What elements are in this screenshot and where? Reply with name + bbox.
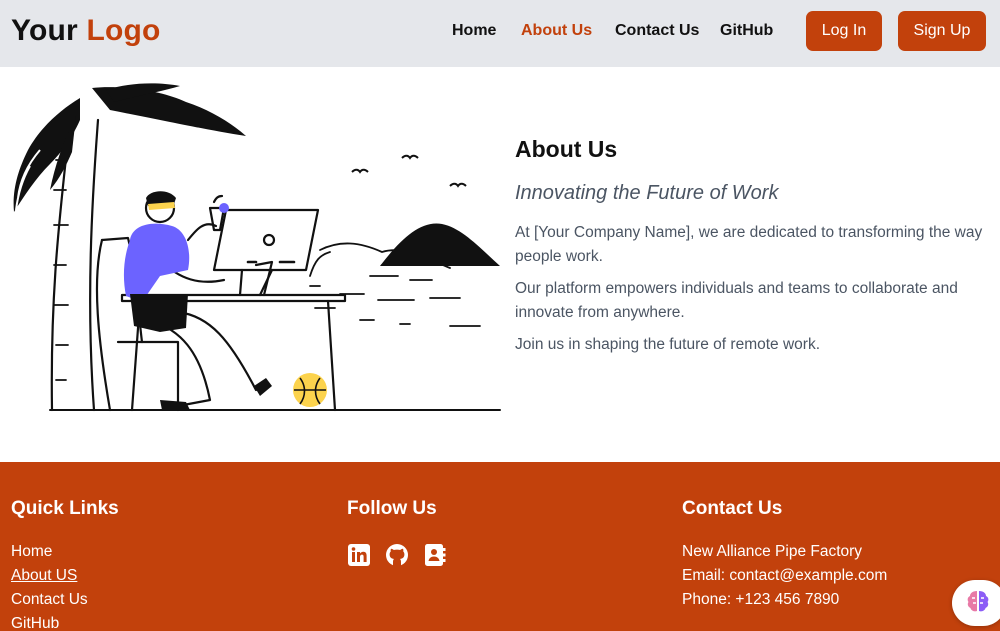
remote-work-illustration <box>13 83 501 412</box>
about-section: About Us Innovating the Future of Work A… <box>515 136 985 357</box>
contact-column: Contact Us New Alliance Pipe Factory Ema… <box>682 498 887 612</box>
logo-text-accent: Logo <box>86 14 161 47</box>
site-header: Your Logo Home About Us Contact Us GitHu… <box>0 0 1000 67</box>
about-paragraph-3: Join us in shaping the future of remote … <box>515 336 820 353</box>
contact-title: Contact Us <box>682 498 783 519</box>
footer-link-contact[interactable]: Contact Us <box>11 588 119 612</box>
about-subtitle: Innovating the Future of Work <box>515 182 779 204</box>
about-paragraph-2: Our platform empowers individuals and te… <box>515 280 958 321</box>
login-button[interactable]: Log In <box>806 11 882 51</box>
linkedin-icon[interactable] <box>347 543 371 567</box>
quick-links-title: Quick Links <box>11 498 119 519</box>
follow-us-column: Follow Us <box>347 498 447 567</box>
contact-card-icon[interactable] <box>423 543 447 567</box>
brain-icon <box>965 588 991 619</box>
nav-home[interactable]: Home <box>452 22 496 40</box>
github-icon[interactable] <box>385 543 409 567</box>
footer-link-about[interactable]: About US <box>11 564 119 588</box>
contact-address: New Alliance Pipe Factory <box>682 543 863 560</box>
quick-links-column: Quick Links Home About US Contact Us Git… <box>11 498 119 631</box>
contact-email: Email: contact@example.com <box>682 567 888 584</box>
nav-github[interactable]: GitHub <box>720 22 773 40</box>
about-title: About Us <box>515 136 618 162</box>
follow-us-title: Follow Us <box>347 498 437 519</box>
footer-link-home[interactable]: Home <box>11 540 119 564</box>
footer-link-github[interactable]: GitHub <box>11 612 119 631</box>
about-paragraph-1: At [Your Company Name], we are dedicated… <box>515 224 983 265</box>
nav-contact-us[interactable]: Contact Us <box>615 22 699 40</box>
assistant-button[interactable] <box>952 580 1000 626</box>
site-logo[interactable]: Your Logo <box>11 14 161 48</box>
nav-about-us[interactable]: About Us <box>521 22 592 40</box>
signup-button[interactable]: Sign Up <box>898 11 986 51</box>
contact-phone: Phone: +123 456 7890 <box>682 591 840 608</box>
site-footer: Quick Links Home About US Contact Us Git… <box>0 462 1000 631</box>
logo-text-primary: Your <box>11 14 78 47</box>
